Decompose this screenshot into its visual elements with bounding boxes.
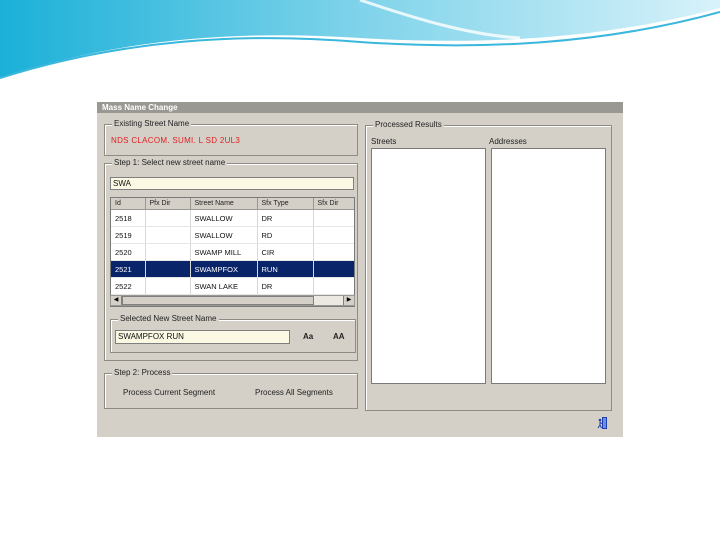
cell-sfx-dir bbox=[313, 209, 354, 227]
street-search-input[interactable]: SWA bbox=[110, 177, 354, 190]
cell-sfx-dir bbox=[313, 226, 354, 244]
case-upper-button[interactable]: AA bbox=[333, 332, 345, 341]
table-row-selected[interactable]: 2521 SWAMPFOX RUN bbox=[111, 260, 354, 278]
cell-street-name: SWALLOW bbox=[190, 209, 258, 227]
table-row[interactable]: 2519 SWALLOW RD bbox=[111, 226, 354, 244]
step2-legend: Step 2: Process bbox=[112, 368, 173, 377]
cell-sfx-dir bbox=[313, 243, 354, 261]
column-header-sfx-type[interactable]: Sfx Type bbox=[257, 198, 314, 210]
column-header-sfx-dir[interactable]: Sfx Dir bbox=[313, 198, 354, 210]
dialog-title: Mass Name Change bbox=[97, 102, 623, 113]
cell-sfx-type: RD bbox=[257, 226, 314, 244]
cell-sfx-type: DR bbox=[257, 277, 314, 295]
existing-street-group: Existing Street Name NDS CLACOM. SUMI. L… bbox=[104, 119, 358, 156]
cell-pfx-dir bbox=[145, 243, 191, 261]
scroll-right-icon[interactable]: ▶ bbox=[343, 296, 354, 305]
scroll-left-icon[interactable]: ◀ bbox=[111, 296, 122, 305]
cell-sfx-dir bbox=[313, 260, 354, 278]
cell-street-name: SWAN LAKE bbox=[190, 277, 258, 295]
cell-street-name: SWAMP MILL bbox=[190, 243, 258, 261]
processed-results-legend: Processed Results bbox=[373, 120, 444, 129]
existing-street-legend: Existing Street Name bbox=[112, 119, 192, 128]
cell-pfx-dir bbox=[145, 209, 191, 227]
cell-pfx-dir bbox=[145, 260, 191, 278]
streets-label: Streets bbox=[371, 137, 397, 146]
streets-list[interactable] bbox=[371, 148, 486, 384]
selected-street-legend: Selected New Street Name bbox=[118, 314, 219, 323]
case-lower-button[interactable]: Aa bbox=[303, 332, 313, 341]
cell-sfx-type: DR bbox=[257, 209, 314, 227]
cell-id: 2521 bbox=[111, 260, 146, 278]
cell-street-name: SWAMPFOX bbox=[190, 260, 258, 278]
cell-pfx-dir bbox=[145, 226, 191, 244]
process-current-segment-button[interactable]: Process Current Segment bbox=[123, 388, 215, 397]
addresses-label: Addresses bbox=[489, 137, 527, 146]
cell-sfx-dir bbox=[313, 277, 354, 295]
street-results-grid[interactable]: Id Pfx Dir Street Name Sfx Type Sfx Dir … bbox=[110, 197, 355, 307]
scroll-thumb[interactable] bbox=[122, 296, 314, 305]
cell-sfx-type: RUN bbox=[257, 260, 314, 278]
process-all-segments-button[interactable]: Process All Segments bbox=[255, 388, 333, 397]
table-row[interactable]: 2518 SWALLOW DR bbox=[111, 209, 354, 227]
cell-sfx-type: CIR bbox=[257, 243, 314, 261]
slide-header-swoosh bbox=[0, 0, 720, 79]
addresses-list[interactable] bbox=[491, 148, 606, 384]
column-header-pfx-dir[interactable]: Pfx Dir bbox=[145, 198, 191, 210]
step1-legend: Step 1: Select new street name bbox=[112, 158, 228, 167]
cell-pfx-dir bbox=[145, 277, 191, 295]
cell-id: 2522 bbox=[111, 277, 146, 295]
existing-street-value: NDS CLACOM. SUMI. L SD 2UL3 bbox=[111, 136, 241, 145]
cell-id: 2519 bbox=[111, 226, 146, 244]
mass-name-change-dialog: Mass Name Change Existing Street Name ND… bbox=[97, 102, 623, 437]
column-header-street-name[interactable]: Street Name bbox=[190, 198, 258, 210]
selected-street-input[interactable]: SWAMPFOX RUN bbox=[115, 330, 290, 344]
column-header-id[interactable]: Id bbox=[111, 198, 146, 210]
table-row[interactable]: 2522 SWAN LAKE DR bbox=[111, 277, 354, 295]
grid-horizontal-scrollbar[interactable]: ◀ ▶ bbox=[110, 295, 355, 306]
table-row[interactable]: 2520 SWAMP MILL CIR bbox=[111, 243, 354, 261]
exit-door-icon[interactable] bbox=[597, 416, 609, 430]
cell-id: 2518 bbox=[111, 209, 146, 227]
cell-street-name: SWALLOW bbox=[190, 226, 258, 244]
cell-id: 2520 bbox=[111, 243, 146, 261]
